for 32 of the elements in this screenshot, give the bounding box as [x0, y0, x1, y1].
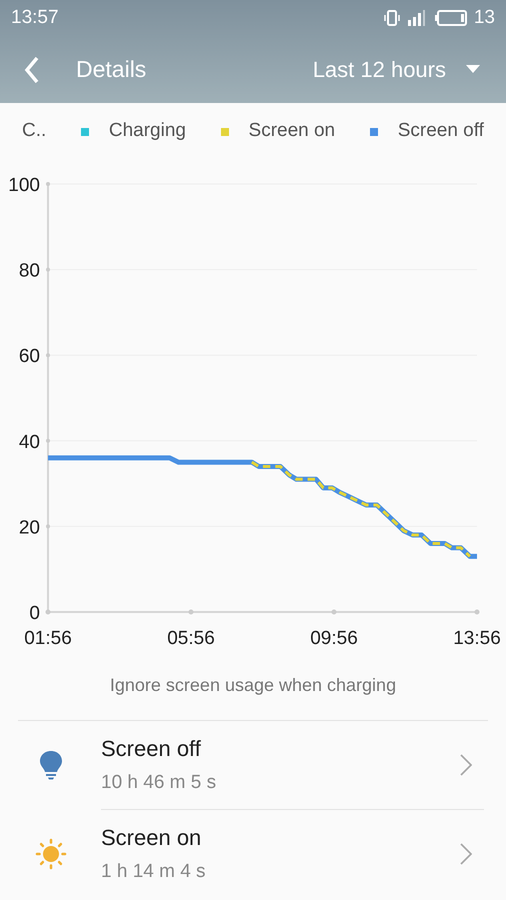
- item-duration: 1 h 14 m 4 s: [101, 860, 206, 884]
- light-bulb-icon: [38, 750, 62, 780]
- y-tick-label: 100: [8, 175, 40, 196]
- sun-icon: [34, 837, 68, 871]
- y-tick-label: 0: [29, 603, 40, 624]
- chevron-right-icon: [460, 754, 472, 776]
- y-tick-label: 20: [18, 517, 40, 538]
- x-tick-label: 09:56: [310, 628, 358, 649]
- legend-label: Charging: [108, 119, 186, 144]
- item-title: Screen off: [101, 735, 202, 764]
- caret-down-icon: [466, 65, 480, 74]
- status-time: 13:57: [11, 6, 59, 30]
- legend-label: C..: [22, 119, 46, 144]
- usage-list-item[interactable]: Screen on 1 h 14 m 4 s: [0, 810, 506, 898]
- x-tick-label: 01:56: [24, 628, 72, 649]
- x-tick-label: 05:56: [167, 628, 215, 649]
- ignore-charging-caption: Ignore screen usage when charging: [110, 674, 396, 697]
- page-title: Details: [76, 55, 146, 84]
- legend-label: Screen off: [398, 119, 484, 144]
- y-tick-label: 80: [18, 260, 40, 282]
- battery-percent: 13: [474, 6, 495, 30]
- x-tick-label: 13:56: [453, 628, 501, 649]
- battery-icon: [434, 9, 469, 27]
- chevron-right-icon: [460, 843, 472, 865]
- item-title: Screen on: [101, 824, 202, 852]
- usage-list-item[interactable]: Screen off 10 h 46 m 5 s: [0, 721, 506, 809]
- y-tick-label: 60: [18, 346, 40, 368]
- legend-label: Screen on: [248, 119, 336, 144]
- vibrate-icon: [382, 10, 401, 26]
- item-duration: 10 h 46 m 5 s: [101, 771, 216, 796]
- back-icon: [24, 56, 40, 84]
- y-tick-label: 40: [18, 432, 40, 453]
